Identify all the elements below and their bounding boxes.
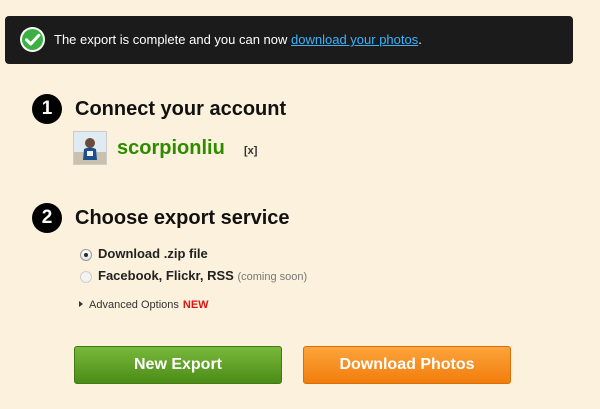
download-zip-label[interactable]: Download .zip file	[98, 246, 208, 262]
facebook-flickr-rss-radio[interactable]	[80, 271, 92, 283]
step-2-number: 2	[32, 203, 62, 233]
new-badge: NEW	[182, 299, 209, 311]
download-photos-button[interactable]: Download Photos	[303, 346, 511, 384]
coming-soon-note: (coming soon)	[237, 271, 308, 283]
check-circle-icon	[19, 26, 46, 53]
facebook-flickr-rss-label[interactable]: Facebook, Flickr, RSS (coming soon)	[98, 268, 307, 285]
banner-message: The export is complete and you can now d…	[54, 33, 422, 47]
triangle-right-icon	[79, 301, 83, 307]
banner-text: The export is complete and you can now	[54, 32, 292, 47]
download-photos-link[interactable]: download your photos	[291, 32, 418, 47]
download-zip-radio[interactable]	[80, 249, 92, 261]
advanced-options-toggle[interactable]: Advanced Options NEW	[79, 299, 209, 312]
user-avatar	[73, 131, 107, 165]
new-export-button[interactable]: New Export	[74, 346, 282, 384]
step-1-title: Connect your account	[75, 98, 287, 120]
account-username: scorpionliu	[117, 137, 225, 159]
advanced-options-label[interactable]: Advanced Options	[89, 299, 179, 311]
banner-suffix: .	[418, 32, 422, 47]
facebook-flickr-rss-text: Facebook, Flickr, RSS	[98, 268, 234, 283]
step-2-title: Choose export service	[75, 207, 290, 229]
remove-account-link[interactable]: [x]	[244, 145, 257, 157]
export-complete-banner: The export is complete and you can now d…	[5, 16, 573, 64]
step-1-number: 1	[32, 94, 62, 124]
